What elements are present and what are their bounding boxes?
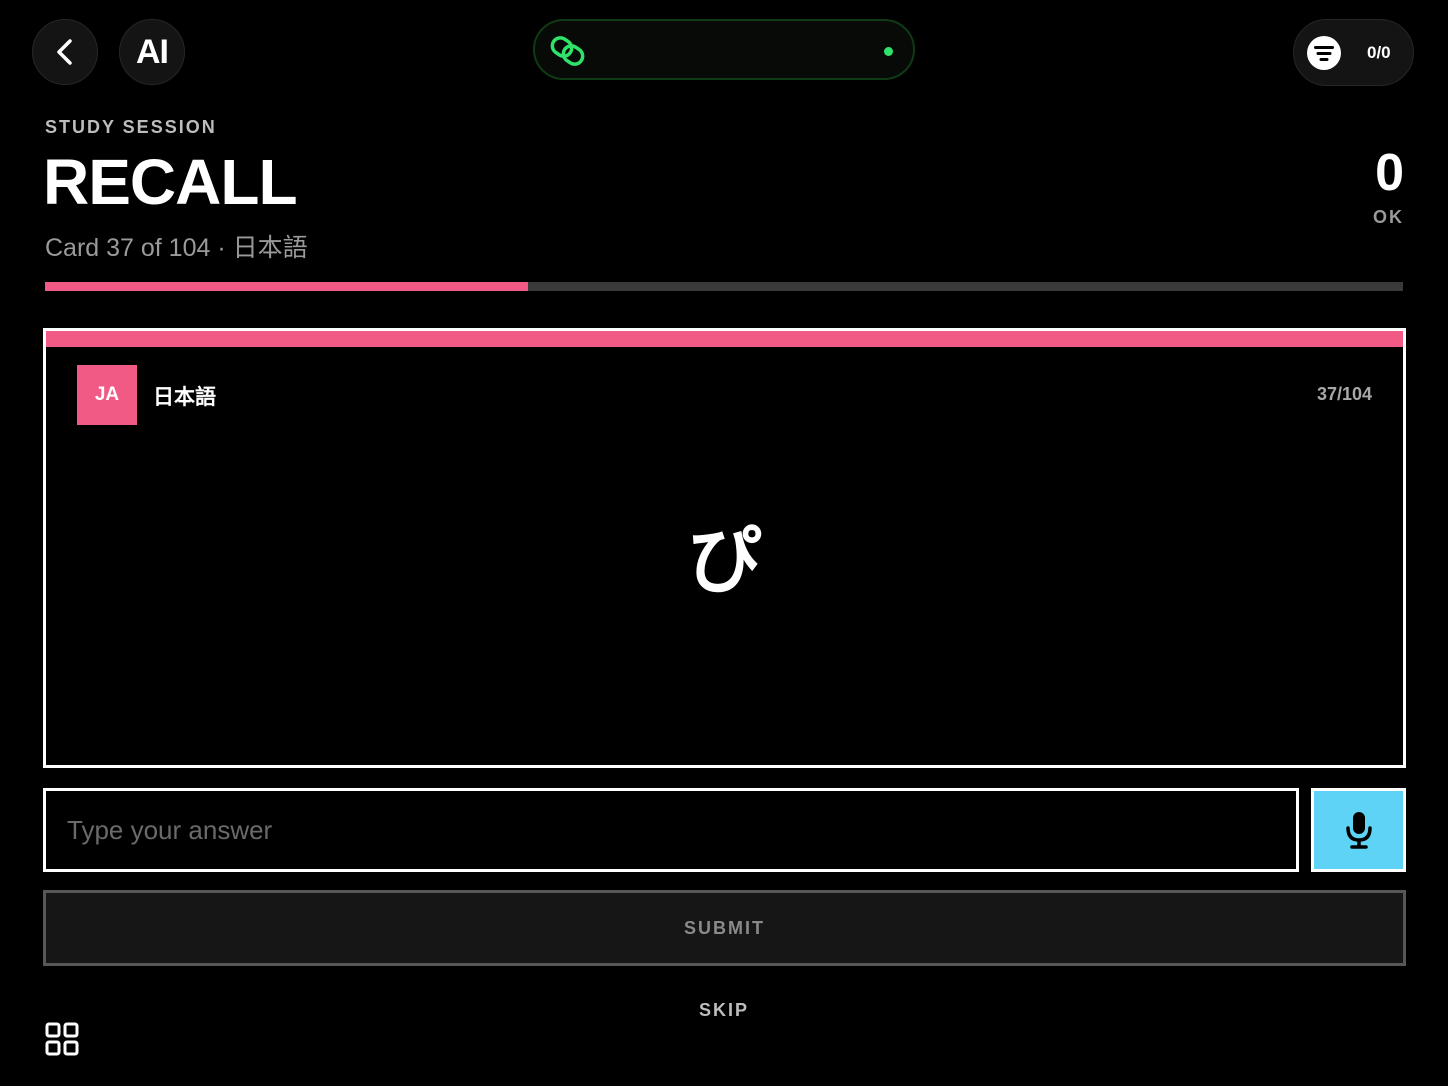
card-accent-stripe: [46, 331, 1403, 347]
card-prompt: ぴ: [687, 518, 762, 604]
chevron-left-icon: [57, 39, 72, 65]
flashcard: JA 日本語 37/104 ぴ: [43, 328, 1406, 768]
text-tool-label: AI: [136, 32, 169, 71]
score-label: OK: [1373, 207, 1404, 227]
submit-button[interactable]: SUBMIT: [43, 890, 1406, 966]
text-tool-button[interactable]: AI: [119, 19, 185, 85]
page-title: RECALL: [43, 146, 298, 218]
microphone-button[interactable]: [1311, 788, 1406, 872]
session-progress-fill: [45, 282, 529, 291]
session-eyebrow: STUDY SESSION: [45, 117, 217, 137]
link-icon: [550, 36, 585, 66]
microphone-icon: [1345, 812, 1372, 849]
answer-input[interactable]: [43, 788, 1299, 872]
card-counter: 37/104: [1316, 384, 1372, 404]
language-badge: JA: [77, 365, 137, 425]
filter-icon: [1307, 36, 1341, 70]
filter-count: 0/0: [1367, 43, 1391, 62]
session-progress-bar: [45, 282, 1403, 291]
language-name: 日本語: [153, 386, 216, 409]
sync-status-pill[interactable]: [533, 19, 915, 80]
back-button[interactable]: [32, 19, 98, 85]
connection-status-dot: [884, 47, 893, 56]
skip-button[interactable]: SKIP: [0, 1000, 1448, 1021]
score-value: 0: [1375, 144, 1404, 202]
session-subtitle: Card 37 of 104 · 日本語: [45, 234, 308, 262]
grid-icon[interactable]: [45, 1022, 80, 1057]
filter-button[interactable]: 0/0: [1293, 19, 1414, 86]
